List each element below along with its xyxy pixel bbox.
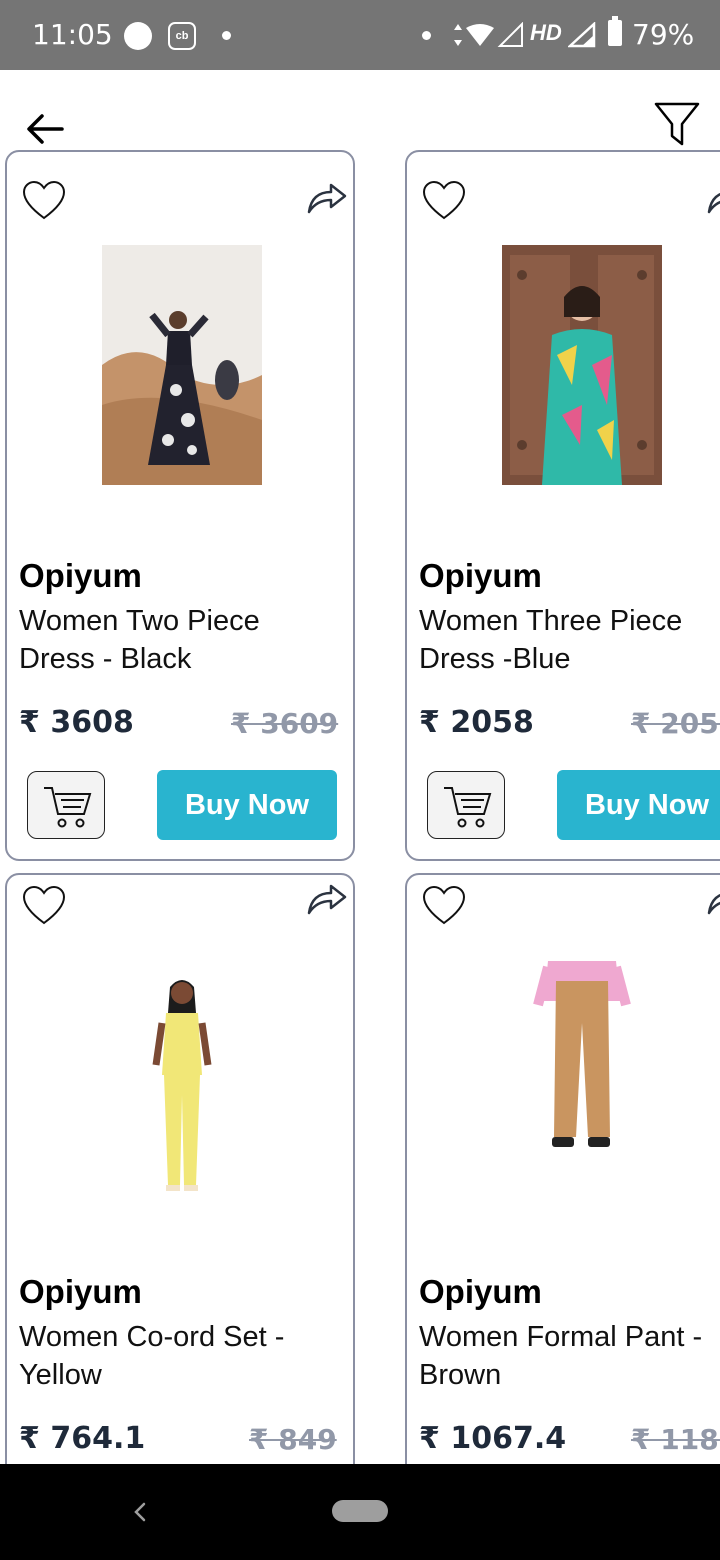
- cart-icon: [444, 787, 492, 828]
- wifi-signal-icon: [454, 22, 523, 47]
- buy-now-button[interactable]: Buy Now: [557, 770, 720, 840]
- arrow-left-icon[interactable]: [22, 106, 68, 152]
- heart-icon[interactable]: [421, 180, 467, 222]
- product-mrp: ₹ 2059: [631, 707, 720, 740]
- status-bar: 11:05 cb HD 79%: [0, 0, 720, 70]
- share-icon[interactable]: [305, 881, 349, 917]
- product-mrp: ₹ 1186: [631, 1423, 720, 1456]
- share-icon[interactable]: [705, 881, 720, 917]
- heart-icon[interactable]: [21, 885, 67, 927]
- product-brand: Opiyum: [419, 557, 542, 594]
- product-card[interactable]: Opiyum Women Three Piece Dress -Blue ₹ 2…: [405, 150, 720, 861]
- more-notifications-icon: [222, 31, 231, 40]
- product-name: Women Two Piece Dress - Black: [19, 605, 260, 675]
- product-brand: Opiyum: [19, 1273, 142, 1310]
- product-price: ₹ 764.1: [19, 1421, 146, 1456]
- notification-dot-icon: [124, 22, 152, 50]
- nav-home-pill[interactable]: [332, 1500, 388, 1522]
- product-brand: Opiyum: [19, 557, 142, 594]
- product-image[interactable]: [102, 965, 262, 1205]
- buy-now-button[interactable]: Buy Now: [157, 770, 337, 840]
- status-time: 11:05: [32, 18, 113, 51]
- product-price: ₹ 3608: [19, 705, 134, 740]
- product-image[interactable]: [102, 245, 262, 485]
- product-image[interactable]: [502, 961, 662, 1161]
- add-to-cart-button[interactable]: [27, 771, 105, 839]
- product-mrp: ₹ 3609: [231, 707, 339, 740]
- product-brand: Opiyum: [419, 1273, 542, 1310]
- product-image[interactable]: [502, 245, 662, 485]
- cell-signal-icon: [568, 22, 596, 48]
- product-price: ₹ 2058: [419, 705, 534, 740]
- funnel-icon[interactable]: [652, 100, 702, 150]
- product-card[interactable]: Opiyum Women Formal Pant - Brown ₹ 1067.…: [405, 873, 720, 1533]
- product-name: Women Formal Pant - Brown: [419, 1321, 703, 1391]
- product-name: Women Co-ord Set - Yellow: [19, 1321, 285, 1391]
- add-to-cart-button[interactable]: [427, 771, 505, 839]
- product-price: ₹ 1067.4: [419, 1421, 567, 1456]
- share-icon[interactable]: [705, 180, 720, 216]
- product-card[interactable]: Opiyum Women Two Piece Dress - Black ₹ 3…: [5, 150, 355, 861]
- battery-percent: 79%: [632, 18, 695, 51]
- battery-icon: [608, 16, 622, 46]
- product-name: Women Three Piece Dress -Blue: [419, 605, 683, 675]
- nav-back-icon[interactable]: [128, 1494, 152, 1530]
- cart-icon: [44, 787, 92, 828]
- status-dot-icon: [422, 31, 431, 40]
- network-type: HD: [530, 20, 562, 45]
- cb-app-icon: cb: [168, 22, 196, 50]
- heart-icon[interactable]: [421, 885, 467, 927]
- heart-icon[interactable]: [21, 180, 67, 222]
- share-icon[interactable]: [305, 180, 349, 216]
- product-card[interactable]: Opiyum Women Co-ord Set - Yellow ₹ 764.1…: [5, 873, 355, 1533]
- product-mrp: ₹ 849: [249, 1423, 337, 1456]
